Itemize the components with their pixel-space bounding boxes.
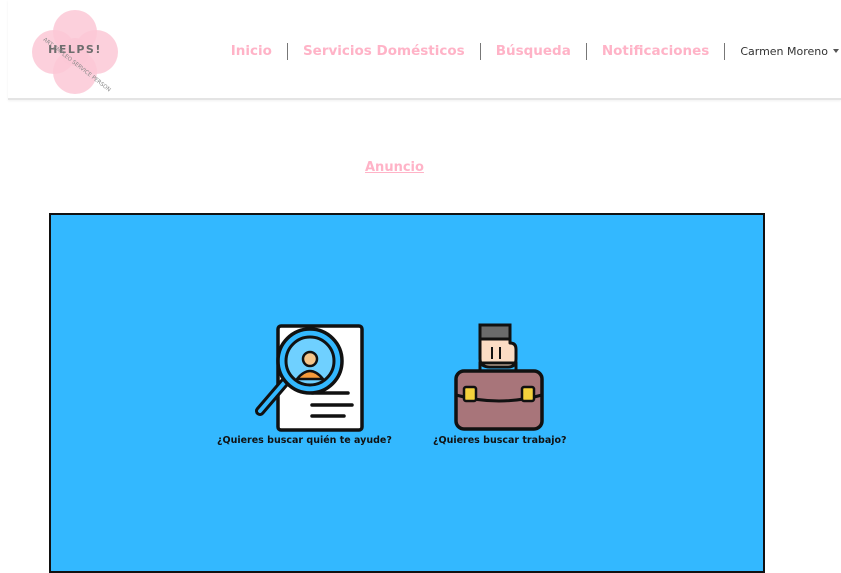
option-find-job[interactable]: ¿Quieres buscar trabajo? [433,323,567,446]
user-menu[interactable]: Carmen Moreno [740,45,839,58]
option-find-helper[interactable]: ¿Quieres buscar quién te ayude? [217,323,392,446]
nav-divider [479,42,481,60]
anuncio-link[interactable]: Anuncio [365,160,424,175]
magnifier-profile-icon [255,324,365,432]
nav-divider [724,42,726,60]
main-nav: Inicio Servicios Domésticos Búsqueda Not… [231,38,841,64]
nav-servicios-domesticos[interactable]: Servicios Domésticos [303,43,465,59]
nav-notificaciones[interactable]: Notificaciones [602,43,709,59]
option-find-job-label: ¿Quieres buscar trabajo? [433,435,567,446]
flower-logo-icon: HELPS! ART EMPLEO SERVICE PERSON [32,10,118,94]
navbar: HELPS! ART EMPLEO SERVICE PERSON Inicio … [8,0,841,100]
nav-divider [585,42,587,60]
briefcase-hand-icon [454,323,544,431]
options-panel: ¿Quieres buscar quién te ayude? ¿Quieres… [49,213,765,573]
logo[interactable]: HELPS! ART EMPLEO SERVICE PERSON [30,8,120,96]
option-find-helper-label: ¿Quieres buscar quién te ayude? [217,435,392,446]
nav-inicio[interactable]: Inicio [231,43,272,59]
user-name: Carmen Moreno [740,44,828,58]
nav-divider [286,42,288,60]
caret-down-icon [833,49,839,53]
nav-busqueda[interactable]: Búsqueda [496,43,571,59]
